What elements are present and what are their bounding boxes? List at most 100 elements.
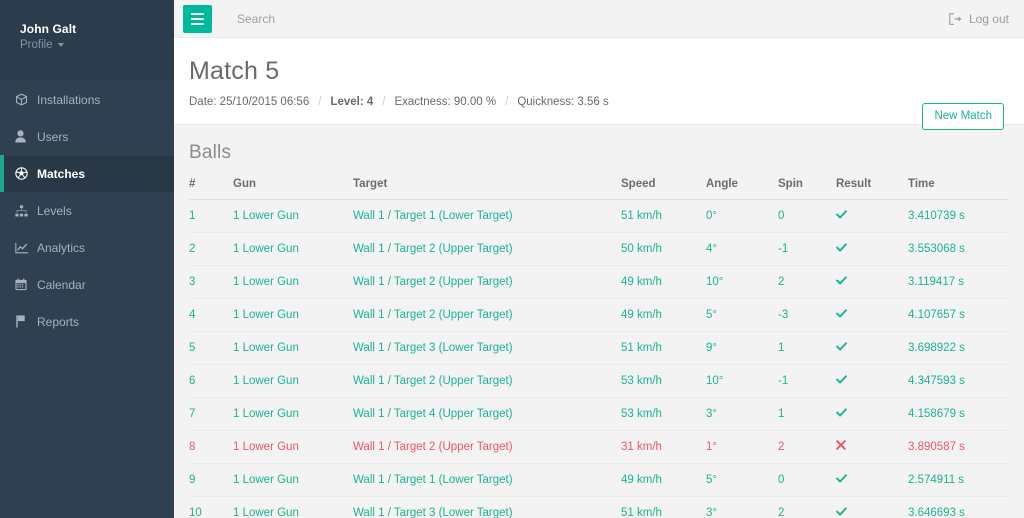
cell-target[interactable]: Wall 1 / Target 2 (Upper Target) bbox=[353, 265, 621, 299]
column-header-angle[interactable]: Angle bbox=[706, 178, 778, 200]
cell-number: 10 bbox=[189, 496, 233, 518]
sidebar-item-analytics[interactable]: Analytics bbox=[0, 229, 174, 266]
cell-angle: 1° bbox=[706, 430, 778, 464]
cell-gun[interactable]: 1 Lower Gun bbox=[233, 496, 353, 518]
cell-time: 4.158679 s bbox=[908, 397, 1009, 431]
hamburger-bar bbox=[191, 22, 204, 25]
cell-target[interactable]: Wall 1 / Target 2 (Upper Target) bbox=[353, 430, 621, 464]
table-row[interactable]: 61 Lower Gun Wall 1 / Target 2 (Upper Tar… bbox=[189, 364, 1009, 398]
logout-button[interactable]: Log out bbox=[949, 12, 1009, 26]
cell-target[interactable]: Wall 1 / Target 2 (Upper Target) bbox=[353, 364, 621, 398]
cell-number: 7 bbox=[189, 397, 233, 431]
cell-spin: 2 bbox=[778, 265, 836, 299]
cell-spin: 0 bbox=[778, 463, 836, 497]
cell-gun[interactable]: 1 Lower Gun bbox=[233, 364, 353, 398]
column-header-target[interactable]: Target bbox=[353, 178, 621, 200]
cell-target[interactable]: Wall 1 / Target 2 (Upper Target) bbox=[353, 298, 621, 332]
column-header-result[interactable]: Result bbox=[836, 178, 908, 200]
cell-time: 4.347593 s bbox=[908, 364, 1009, 398]
table-row[interactable]: 31 Lower Gun Wall 1 / Target 2 (Upper Tar… bbox=[189, 265, 1009, 299]
breadcrumb-separator: / bbox=[382, 96, 386, 108]
cube-icon bbox=[15, 93, 32, 106]
cell-spin: 1 bbox=[778, 397, 836, 431]
breadcrumb-level: Level: 4 bbox=[330, 96, 374, 108]
page-header: Match 5 Date: 25/10/2015 06:56 / Level: … bbox=[174, 38, 1024, 130]
cell-gun[interactable]: 1 Lower Gun bbox=[233, 397, 353, 431]
cell-gun[interactable]: 1 Lower Gun bbox=[233, 298, 353, 332]
sidebar-item-matches[interactable]: Matches bbox=[0, 155, 174, 192]
cell-angle: 10° bbox=[706, 364, 778, 398]
sidebar-profile[interactable]: John Galt Profile bbox=[0, 0, 174, 81]
cell-gun[interactable]: 1 Lower Gun bbox=[233, 430, 353, 464]
cell-speed: 49 km/h bbox=[621, 463, 706, 497]
cell-gun[interactable]: 1 Lower Gun bbox=[233, 331, 353, 365]
cell-speed: 50 km/h bbox=[621, 232, 706, 266]
check-icon bbox=[836, 309, 847, 318]
cell-number: 4 bbox=[189, 298, 233, 332]
column-header-gun[interactable]: Gun bbox=[233, 178, 353, 200]
check-icon bbox=[836, 210, 847, 219]
column-header-speed[interactable]: Speed bbox=[621, 178, 706, 200]
cell-angle: 10° bbox=[706, 265, 778, 299]
cell-target[interactable]: Wall 1 / Target 1 (Lower Target) bbox=[353, 463, 621, 497]
balls-panel: Balls # Gun Target Speed Angle Spin Resu… bbox=[174, 142, 1024, 518]
sidebar-item-calendar[interactable]: Calendar bbox=[0, 266, 174, 303]
cell-spin: 2 bbox=[778, 496, 836, 518]
cell-spin: 2 bbox=[778, 430, 836, 464]
breadcrumb-quickness: Quickness: 3.56 s bbox=[517, 96, 609, 108]
table-row[interactable]: 81 Lower Gun Wall 1 / Target 2 (Upper Tar… bbox=[189, 430, 1009, 464]
balls-table-body: 11 Lower Gun Wall 1 / Target 1 (Lower Tar… bbox=[189, 199, 1009, 518]
profile-name: John Galt bbox=[20, 22, 77, 36]
cell-speed: 49 km/h bbox=[621, 298, 706, 332]
chart-line-icon bbox=[15, 242, 32, 254]
cell-result bbox=[836, 397, 908, 431]
cell-angle: 5° bbox=[706, 298, 778, 332]
sidebar-item-installations[interactable]: Installations bbox=[0, 81, 174, 118]
cell-target[interactable]: Wall 1 / Target 3 (Lower Target) bbox=[353, 496, 621, 518]
cell-gun[interactable]: 1 Lower Gun bbox=[233, 232, 353, 266]
sidebar-item-label: Installations bbox=[37, 92, 101, 107]
cell-speed: 51 km/h bbox=[621, 331, 706, 365]
check-icon bbox=[836, 474, 847, 483]
cell-gun[interactable]: 1 Lower Gun bbox=[233, 265, 353, 299]
cell-number: 1 bbox=[189, 199, 233, 233]
breadcrumb-separator: / bbox=[505, 96, 509, 108]
table-row[interactable]: 91 Lower Gun Wall 1 / Target 1 (Lower Tar… bbox=[189, 463, 1009, 497]
cell-gun[interactable]: 1 Lower Gun bbox=[233, 463, 353, 497]
cell-result bbox=[836, 364, 908, 398]
new-match-button[interactable]: New Match bbox=[922, 103, 1004, 130]
table-row[interactable]: 21 Lower Gun Wall 1 / Target 2 (Upper Tar… bbox=[189, 232, 1009, 266]
cell-target[interactable]: Wall 1 / Target 2 (Upper Target) bbox=[353, 232, 621, 266]
cell-angle: 3° bbox=[706, 496, 778, 518]
cell-target[interactable]: Wall 1 / Target 3 (Lower Target) bbox=[353, 331, 621, 365]
cell-speed: 49 km/h bbox=[621, 265, 706, 299]
balls-table-head: # Gun Target Speed Angle Spin Result Tim… bbox=[189, 178, 1009, 200]
cell-result bbox=[836, 430, 908, 464]
search-input[interactable] bbox=[235, 4, 535, 33]
cell-target[interactable]: Wall 1 / Target 4 (Upper Target) bbox=[353, 397, 621, 431]
column-header-time[interactable]: Time bbox=[908, 178, 1009, 200]
cell-speed: 51 km/h bbox=[621, 496, 706, 518]
cell-gun[interactable]: 1 Lower Gun bbox=[233, 199, 353, 233]
table-row[interactable]: 51 Lower Gun Wall 1 / Target 3 (Lower Tar… bbox=[189, 331, 1009, 365]
main-area: Log out Match 5 Date: 25/10/2015 06:56 /… bbox=[174, 0, 1024, 518]
breadcrumb-separator: / bbox=[318, 96, 322, 108]
sidebar-item-levels[interactable]: Levels bbox=[0, 192, 174, 229]
table-row[interactable]: 10 1 Lower Gun Wall 1 / Target 3 (Lower Ta… bbox=[189, 496, 1009, 518]
breadcrumb-date: Date: 25/10/2015 06:56 bbox=[189, 96, 310, 108]
table-row[interactable]: 11 Lower Gun Wall 1 / Target 1 (Lower Tar… bbox=[189, 199, 1009, 233]
breadcrumb: Date: 25/10/2015 06:56 / Level: 4 / Exac… bbox=[189, 96, 1009, 108]
sidebar-item-reports[interactable]: Reports bbox=[0, 303, 174, 340]
column-header-number[interactable]: # bbox=[189, 178, 233, 200]
cell-result bbox=[836, 298, 908, 332]
cell-spin: -1 bbox=[778, 232, 836, 266]
sidebar-item-users[interactable]: Users bbox=[0, 118, 174, 155]
cell-spin: 0 bbox=[778, 199, 836, 233]
table-row[interactable]: 41 Lower Gun Wall 1 / Target 2 (Upper Tar… bbox=[189, 298, 1009, 332]
column-header-spin[interactable]: Spin bbox=[778, 178, 836, 200]
cell-target[interactable]: Wall 1 / Target 1 (Lower Target) bbox=[353, 199, 621, 233]
check-icon bbox=[836, 243, 847, 252]
profile-dropdown-toggle[interactable]: Profile bbox=[20, 38, 174, 52]
hamburger-icon[interactable] bbox=[183, 4, 212, 33]
table-row[interactable]: 71 Lower Gun Wall 1 / Target 4 (Upper Tar… bbox=[189, 397, 1009, 431]
